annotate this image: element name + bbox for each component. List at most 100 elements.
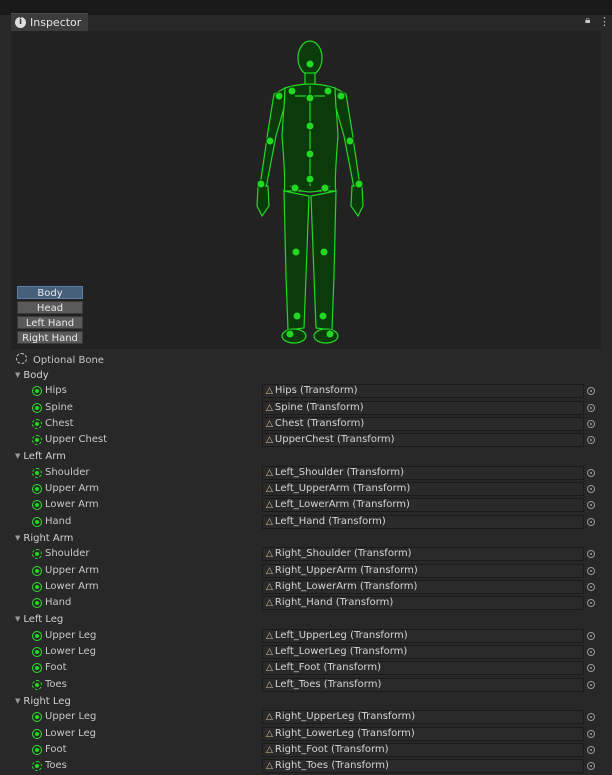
transform-value: Right_Hand (Transform) <box>274 597 394 609</box>
transform-field[interactable]: △ Right_Foot (Transform) <box>262 742 584 757</box>
transform-icon: △ <box>266 565 273 576</box>
object-picker-icon[interactable] <box>587 729 595 738</box>
transform-value: Left_Hand (Transform) <box>274 515 386 527</box>
bone-name: Upper Arm <box>45 483 99 495</box>
lock-icon[interactable]: 🔒︎ <box>585 15 590 26</box>
object-picker-icon[interactable] <box>587 762 595 771</box>
transform-field[interactable]: △ Right_Hand (Transform) <box>262 596 584 611</box>
foldout-arrow-icon: ▼ <box>15 533 21 542</box>
bone-name: Hand <box>45 597 72 609</box>
transform-field[interactable]: △ Left_UpperLeg (Transform) <box>262 628 584 643</box>
transform-value: Right_UpperLeg (Transform) <box>274 711 416 723</box>
avatar-figure <box>256 40 364 344</box>
transform-field[interactable]: △ Right_Shoulder (Transform) <box>262 547 584 562</box>
transform-field[interactable]: △ Right_UpperLeg (Transform) <box>262 710 584 725</box>
foldout-arrow-icon: ▼ <box>15 452 21 461</box>
object-picker-icon[interactable] <box>587 566 595 575</box>
object-picker-icon[interactable] <box>587 419 595 428</box>
tab-inspector[interactable]: i Inspector <box>11 13 88 32</box>
transform-icon: △ <box>266 402 273 413</box>
bone-mapped-icon <box>32 728 42 739</box>
transform-field[interactable]: △ Hips (Transform) <box>262 384 584 399</box>
transform-value: Right_Shoulder (Transform) <box>274 548 412 560</box>
transform-value: Left_LowerLeg (Transform) <box>274 646 408 658</box>
transform-field[interactable]: △ Spine (Transform) <box>262 400 584 415</box>
bone-name: Upper Arm <box>45 564 99 576</box>
kebab-menu-icon[interactable]: ⋮ <box>599 15 610 28</box>
object-picker-icon[interactable] <box>587 599 595 608</box>
object-picker-icon[interactable] <box>587 582 595 591</box>
group-foldout[interactable]: ▼ Body <box>15 367 49 383</box>
bone-row: Foot △ Right_Foot (Transform) <box>11 742 601 758</box>
bone-mapped-icon <box>32 663 42 674</box>
transform-icon: △ <box>266 500 273 511</box>
body-part-head-button[interactable]: Head <box>17 301 83 314</box>
body-part-body-button[interactable]: Body <box>17 286 83 299</box>
object-picker-icon[interactable] <box>587 664 595 673</box>
object-picker-icon[interactable] <box>587 631 595 640</box>
bone-row: Upper Arm △ Right_UpperArm (Transform) <box>11 563 601 579</box>
transform-field[interactable]: △ Right_UpperArm (Transform) <box>262 563 584 578</box>
object-picker-icon[interactable] <box>587 468 595 477</box>
object-picker-icon[interactable] <box>587 713 595 722</box>
group-foldout[interactable]: ▼ Left Leg <box>15 611 63 627</box>
group-header[interactable]: ▼ Body <box>11 367 601 383</box>
transform-field[interactable]: △ Chest (Transform) <box>262 416 584 431</box>
group-title: Left Arm <box>23 451 66 463</box>
bone-mapped-icon <box>32 761 42 772</box>
transform-field[interactable]: △ Left_LowerArm (Transform) <box>262 498 584 513</box>
transform-field[interactable]: △ Left_UpperArm (Transform) <box>262 482 584 497</box>
transform-field[interactable]: △ Left_Toes (Transform) <box>262 677 584 692</box>
bone-name: Foot <box>45 743 67 755</box>
object-picker-icon[interactable] <box>587 680 595 689</box>
transform-value: Chest (Transform) <box>274 417 365 429</box>
object-picker-icon[interactable] <box>587 436 595 445</box>
bone-row: Upper Leg △ Right_UpperLeg (Transform) <box>11 709 601 725</box>
body-part-right-hand-button[interactable]: Right Hand <box>17 331 83 344</box>
bone-mapped-icon <box>32 516 42 527</box>
object-picker-icon[interactable] <box>587 550 595 559</box>
object-picker-icon[interactable] <box>587 517 595 526</box>
bone-mapped-icon <box>32 744 42 755</box>
group-foldout[interactable]: ▼ Right Leg <box>15 693 71 709</box>
bone-row: Upper Arm △ Left_UpperArm (Transform) <box>11 481 601 497</box>
object-picker-icon[interactable] <box>587 403 595 412</box>
group-header[interactable]: ▼ Right Leg <box>11 693 601 709</box>
bone-row: Hips △ Hips (Transform) <box>11 383 601 399</box>
transform-value: Left_LowerArm (Transform) <box>274 499 410 511</box>
transform-field[interactable]: △ Right_LowerLeg (Transform) <box>262 726 584 741</box>
transform-field[interactable]: △ Right_Toes (Transform) <box>262 759 584 774</box>
bone-mapped-icon <box>32 712 42 723</box>
object-picker-icon[interactable] <box>587 648 595 657</box>
foldout-arrow-icon: ▼ <box>15 696 21 705</box>
object-picker-icon[interactable] <box>587 501 595 510</box>
bone-mapping-list: ▼ Body Hips △ Hips (Transform) Spine △ Spine (T… <box>11 367 601 774</box>
bone-name: Toes <box>45 760 67 772</box>
optional-bone-icon <box>16 353 27 364</box>
object-picker-icon[interactable] <box>587 485 595 494</box>
group-header[interactable]: ▼ Right Arm <box>11 530 601 546</box>
transform-field[interactable]: △ Left_Foot (Transform) <box>262 661 584 676</box>
bone-name: Lower Arm <box>45 499 99 511</box>
foldout-arrow-icon: ▼ <box>15 615 21 624</box>
bone-name: Shoulder <box>45 466 90 478</box>
bone-mapped-icon <box>32 435 42 446</box>
transform-field[interactable]: △ UpperChest (Transform) <box>262 433 584 448</box>
transform-field[interactable]: △ Left_Hand (Transform) <box>262 514 584 529</box>
group-foldout[interactable]: ▼ Right Arm <box>15 530 73 546</box>
body-part-left-hand-button[interactable]: Left Hand <box>17 316 83 329</box>
group-foldout[interactable]: ▼ Left Arm <box>15 448 66 464</box>
object-picker-icon[interactable] <box>587 387 595 396</box>
transform-field[interactable]: △ Left_Shoulder (Transform) <box>262 465 584 480</box>
transform-icon: △ <box>266 761 273 772</box>
bone-row: Lower Arm △ Right_LowerArm (Transform) <box>11 579 601 595</box>
group-header[interactable]: ▼ Left Leg <box>11 611 601 627</box>
transform-field[interactable]: △ Right_LowerArm (Transform) <box>262 579 584 594</box>
bone-mapped-icon <box>32 484 42 495</box>
transform-value: Hips (Transform) <box>274 385 358 397</box>
group-title: Right Leg <box>23 695 71 707</box>
transform-value: Right_Foot (Transform) <box>274 743 389 755</box>
group-header[interactable]: ▼ Left Arm <box>11 448 601 464</box>
object-picker-icon[interactable] <box>587 745 595 754</box>
transform-field[interactable]: △ Left_LowerLeg (Transform) <box>262 645 584 660</box>
